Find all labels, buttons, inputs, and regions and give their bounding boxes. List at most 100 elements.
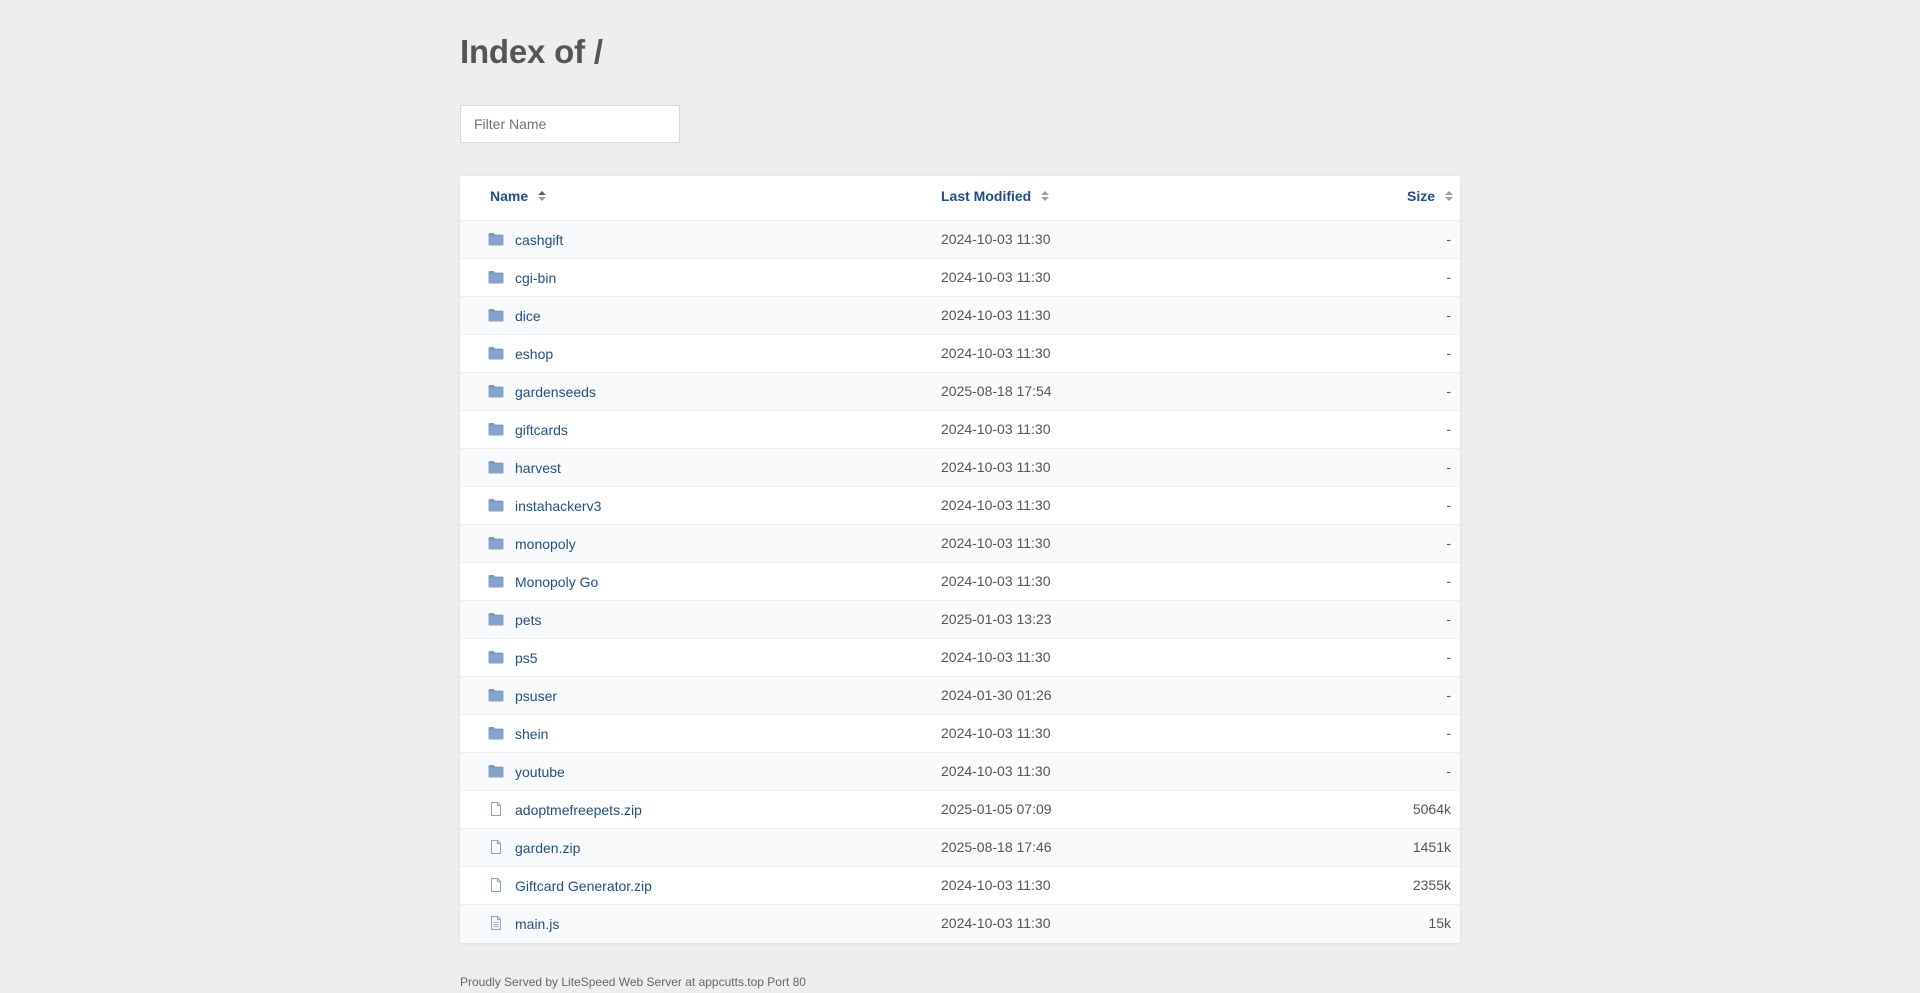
entry-size: - — [1446, 725, 1451, 741]
entry-modified-date: 2024-10-03 11:30 — [941, 269, 1051, 285]
entry-modified-date: 2024-01-30 01:26 — [941, 687, 1052, 703]
entry-size: - — [1446, 231, 1451, 247]
folder-icon — [488, 574, 504, 588]
folder-icon — [488, 536, 504, 550]
entry-size: - — [1446, 573, 1451, 589]
table-row: youtube 2024-10-03 11:30 - — [460, 753, 1460, 791]
sort-by-size-header[interactable]: Size — [1407, 176, 1453, 220]
entry-modified-date: 2024-10-03 11:30 — [941, 497, 1051, 513]
folder-icon — [488, 650, 504, 664]
table-row: monopoly 2024-10-03 11:30 - — [460, 525, 1460, 563]
table-row: psuser 2024-01-30 01:26 - — [460, 677, 1460, 715]
entry-modified-date: 2024-10-03 11:30 — [941, 763, 1051, 779]
table-row: eshop 2024-10-03 11:30 - — [460, 335, 1460, 373]
table-row: giftcards 2024-10-03 11:30 - — [460, 411, 1460, 449]
entry-size: - — [1446, 383, 1451, 399]
entry-name-link[interactable]: main.js — [515, 905, 559, 943]
entry-size: - — [1446, 535, 1451, 551]
entry-size: - — [1446, 649, 1451, 665]
entry-modified-date: 2024-10-03 11:30 — [941, 915, 1051, 931]
table-row: cgi-bin 2024-10-03 11:30 - — [460, 259, 1460, 297]
entry-name-link[interactable]: cgi-bin — [515, 259, 556, 297]
table-row: garden.zip 2025-08-18 17:46 1451k — [460, 829, 1460, 867]
folder-icon — [488, 308, 504, 322]
modified-column-label: Last Modified — [941, 188, 1032, 204]
entry-name-link[interactable]: Monopoly Go — [515, 563, 598, 601]
entry-modified-date: 2025-08-18 17:46 — [941, 839, 1052, 855]
table-row: pets 2025-01-03 13:23 - — [460, 601, 1460, 639]
entry-size: - — [1446, 307, 1451, 323]
entry-size: - — [1446, 269, 1451, 285]
page-title: Index of / — [460, 33, 603, 70]
entry-modified-date: 2024-10-03 11:30 — [941, 535, 1051, 551]
entry-name-link[interactable]: pets — [515, 601, 541, 639]
file-icon — [488, 802, 504, 816]
entry-size: 5064k — [1412, 801, 1451, 817]
entry-size: - — [1446, 611, 1451, 627]
entry-name-link[interactable]: shein — [515, 715, 548, 753]
sort-arrows-icon — [1445, 190, 1453, 202]
folder-icon — [488, 726, 504, 740]
sort-by-name-header[interactable]: Name — [490, 176, 547, 220]
table-row: gardenseeds 2025-08-18 17:54 - — [460, 373, 1460, 411]
entry-modified-date: 2024-10-03 11:30 — [941, 459, 1051, 475]
entry-name-link[interactable]: youtube — [515, 753, 565, 791]
entry-name-link[interactable]: instahackerv3 — [515, 487, 601, 525]
table-row: cashgift 2024-10-03 11:30 - — [460, 221, 1460, 259]
server-footer: Proudly Served by LiteSpeed Web Server a… — [460, 975, 806, 989]
entry-size: - — [1446, 497, 1451, 513]
table-row: adoptmefreepets.zip 2025-01-05 07:09 5064k — [460, 791, 1460, 829]
sort-by-modified-header[interactable]: Last Modified — [941, 176, 1050, 220]
entry-name-link[interactable]: monopoly — [515, 525, 576, 563]
table-row: dice 2024-10-03 11:30 - — [460, 297, 1460, 335]
folder-icon — [488, 612, 504, 626]
entry-modified-date: 2025-01-05 07:09 — [941, 801, 1052, 817]
entry-name-link[interactable]: psuser — [515, 677, 557, 715]
entry-name-link[interactable]: ps5 — [515, 639, 538, 677]
entry-name-link[interactable]: Giftcard Generator.zip — [515, 867, 652, 905]
entry-name-link[interactable]: adoptmefreepets.zip — [515, 791, 642, 829]
directory-table: Name Last Modified Size cashgift 2024-10-… — [460, 176, 1460, 943]
entry-name-link[interactable]: harvest — [515, 449, 561, 487]
folder-icon — [488, 688, 504, 702]
size-column-label: Size — [1406, 188, 1435, 204]
entry-modified-date: 2024-10-03 11:30 — [941, 231, 1051, 247]
folder-icon — [488, 270, 504, 284]
folder-icon — [488, 232, 504, 246]
entry-modified-date: 2024-10-03 11:30 — [941, 877, 1051, 893]
table-row: Giftcard Generator.zip 2024-10-03 11:30 23… — [460, 867, 1460, 905]
table-row: Monopoly Go 2024-10-03 11:30 - — [460, 563, 1460, 601]
table-row: instahackerv3 2024-10-03 11:30 - — [460, 487, 1460, 525]
entry-size: 2355k — [1412, 877, 1451, 893]
entry-size: 1451k — [1412, 839, 1451, 855]
entry-size: - — [1446, 421, 1451, 437]
text-file-icon — [488, 916, 504, 930]
entry-name-link[interactable]: gardenseeds — [515, 373, 596, 411]
entry-modified-date: 2024-10-03 11:30 — [941, 725, 1051, 741]
table-row: ps5 2024-10-03 11:30 - — [460, 639, 1460, 677]
entry-name-link[interactable]: giftcards — [515, 411, 568, 449]
entry-modified-date: 2024-10-03 11:30 — [941, 307, 1051, 323]
entry-name-link[interactable]: cashgift — [515, 221, 563, 259]
folder-icon — [488, 764, 504, 778]
entry-size: 15k — [1428, 915, 1451, 931]
entry-modified-date: 2024-10-03 11:30 — [941, 649, 1051, 665]
entry-size: - — [1446, 687, 1451, 703]
entry-modified-date: 2024-10-03 11:30 — [941, 421, 1051, 437]
entry-modified-date: 2025-08-18 17:54 — [941, 383, 1052, 399]
filter-name-input[interactable] — [460, 105, 680, 143]
folder-icon — [488, 498, 504, 512]
entry-modified-date: 2025-01-03 13:23 — [941, 611, 1052, 627]
entry-name-link[interactable]: dice — [515, 297, 541, 335]
sort-arrows-icon — [538, 190, 547, 202]
folder-icon — [488, 384, 504, 398]
name-column-label: Name — [490, 188, 529, 204]
file-icon — [488, 840, 504, 854]
entry-name-link[interactable]: garden.zip — [515, 829, 580, 867]
table-row: shein 2024-10-03 11:30 - — [460, 715, 1460, 753]
table-row: harvest 2024-10-03 11:30 - — [460, 449, 1460, 487]
entry-size: - — [1446, 763, 1451, 779]
folder-icon — [488, 422, 504, 436]
entry-name-link[interactable]: eshop — [515, 335, 553, 373]
entry-size: - — [1446, 459, 1451, 475]
